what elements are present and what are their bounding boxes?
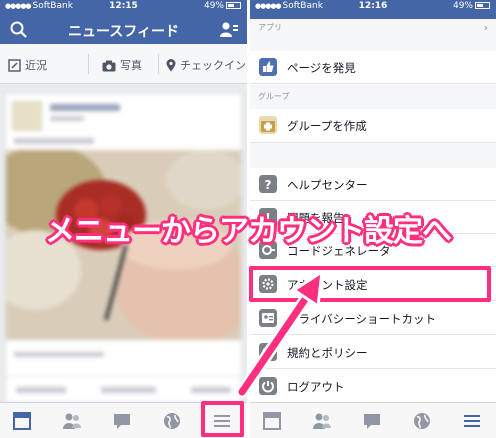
privacy-icon	[259, 309, 277, 327]
menu-item-label: プライバシーショートカット	[287, 312, 437, 326]
friends-icon[interactable]	[312, 411, 332, 431]
section-spacer	[250, 143, 496, 168]
camera-icon	[102, 60, 116, 72]
friends-icon[interactable]	[62, 411, 82, 431]
blurred-author-name	[50, 104, 120, 111]
page-title: ニュースフィード	[67, 24, 180, 40]
compose-icon	[8, 59, 21, 72]
globe-icon[interactable]	[412, 411, 432, 431]
create-group-icon	[259, 116, 277, 134]
action-divider	[88, 54, 89, 74]
annotation-caption: メニューからアカウント設定へ	[45, 214, 452, 249]
pages-icon	[259, 58, 277, 76]
battery-icon	[475, 2, 490, 9]
menu-item-help-center[interactable]: ? ヘルプセンター	[250, 168, 496, 201]
help-icon: ?	[259, 175, 277, 193]
battery-indicator: 49%	[453, 1, 490, 11]
menu-item-label: グループを作成	[287, 119, 367, 133]
menu-item-create-group[interactable]: グループを作成	[250, 109, 496, 143]
like-button[interactable]	[16, 387, 66, 393]
section-header-apps: アプリ ›	[250, 19, 496, 51]
post-author-avatar	[12, 101, 42, 131]
messages-icon[interactable]	[362, 411, 382, 431]
news-feed-icon[interactable]	[12, 411, 32, 431]
blurred-timestamp	[50, 116, 84, 121]
post-action-row	[6, 376, 241, 402]
blurred-like-count	[14, 352, 104, 357]
composer-action-bar: 近況 写真 チェックイン	[0, 44, 247, 84]
status-bar: ●●●●● SoftBank 12:15 49%	[0, 0, 247, 14]
menu-item-privacy-shortcuts[interactable]: プライバシーショートカット	[250, 302, 496, 335]
menu-item-label: ページを発見	[287, 61, 356, 75]
menu-item-label: ログアウト	[287, 380, 345, 394]
messages-icon[interactable]	[112, 411, 132, 431]
chevron-right-icon[interactable]: ›	[484, 21, 488, 34]
menu-item-label: 規約とポリシー	[287, 346, 368, 360]
battery-icon	[226, 2, 241, 9]
news-feed-icon[interactable]	[262, 411, 282, 431]
menu-item-label: ヘルプセンター	[287, 178, 368, 192]
svg-text:?: ?	[265, 178, 272, 192]
menu-item-terms-policies[interactable]: 規約とポリシー	[250, 336, 496, 369]
share-button[interactable]	[191, 387, 231, 393]
terms-icon	[259, 343, 277, 361]
logout-icon	[259, 377, 277, 395]
top-navigation-bar: ●●●●● SoftBank 12:15 49% ニュースフィード	[0, 0, 247, 44]
menu-icon[interactable]	[462, 411, 482, 431]
menu-tab-highlight	[201, 401, 244, 437]
friend-requests-icon[interactable]	[219, 21, 239, 38]
action-divider	[158, 54, 159, 74]
status-bar: ●●●●● SoftBank 12:16 49%	[250, 0, 496, 14]
globe-icon[interactable]	[162, 411, 182, 431]
account-settings-highlight	[249, 266, 491, 302]
menu-item-discover-pages[interactable]: ページを発見	[250, 51, 496, 84]
blurred-post-text	[14, 138, 94, 144]
menu-item-logout[interactable]: ログアウト	[250, 370, 496, 403]
comment-button[interactable]	[101, 387, 156, 393]
section-header-groups: グループ	[250, 85, 496, 109]
battery-indicator: 49%	[204, 1, 241, 11]
checkin-button[interactable]: チェックイン	[166, 57, 246, 73]
photo-button[interactable]: 写真	[102, 57, 142, 73]
status-update-button[interactable]: 近況	[8, 57, 47, 73]
location-icon	[166, 59, 176, 72]
bottom-tab-bar	[250, 402, 496, 438]
